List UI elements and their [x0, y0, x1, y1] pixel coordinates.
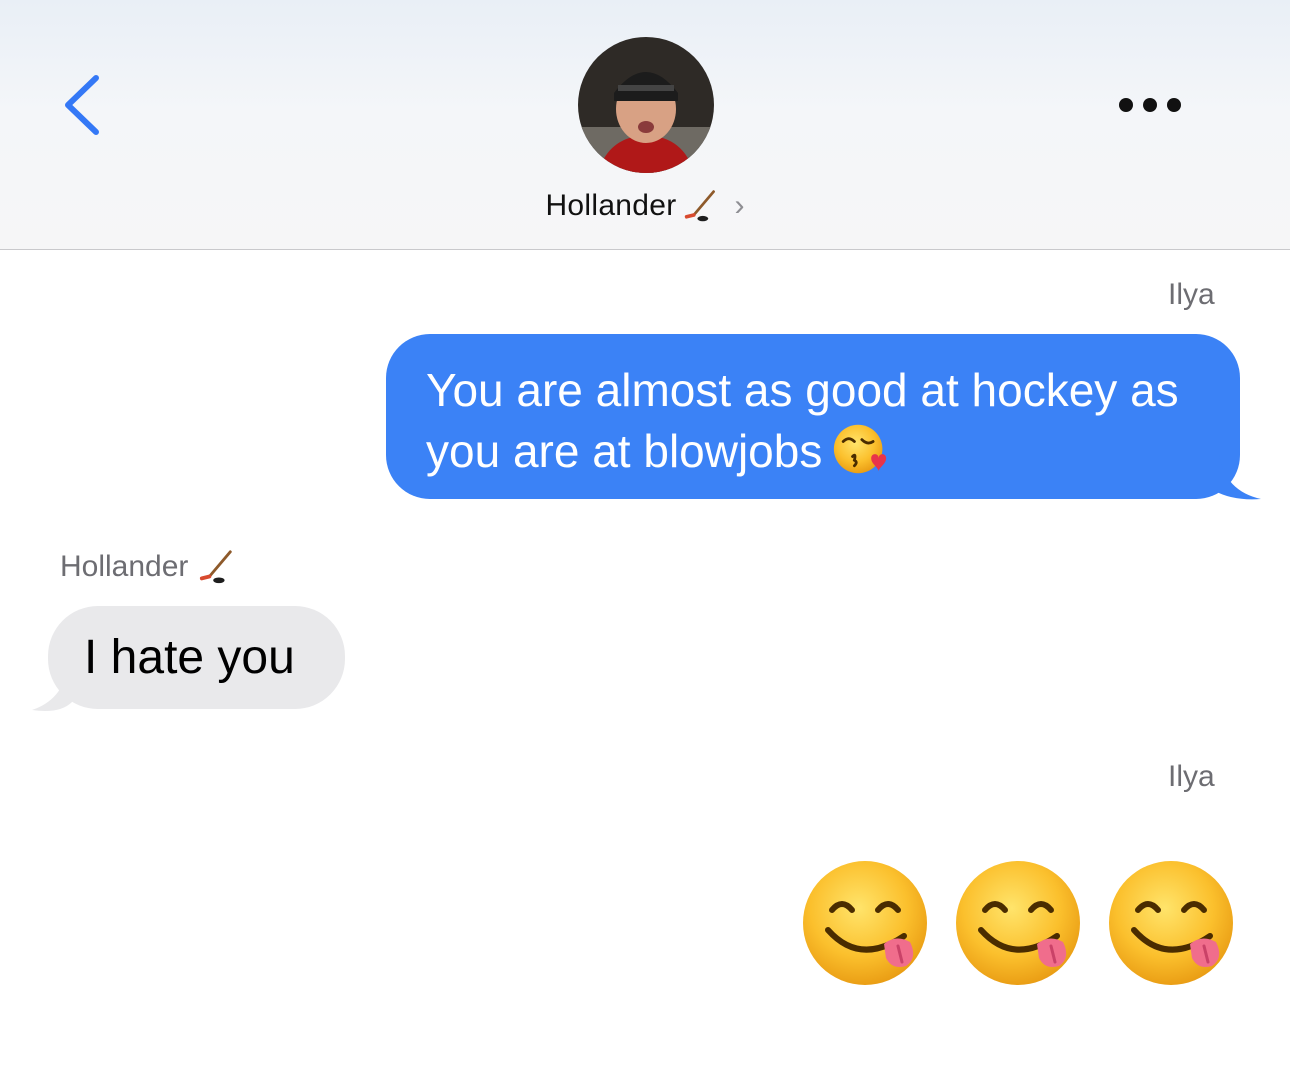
bubble-tail: [32, 668, 72, 711]
chevron-left-icon: [65, 75, 99, 135]
sender-name: Hollander: [60, 550, 189, 583]
bubble-tail: [1215, 455, 1261, 500]
message-text: I hate you: [84, 631, 295, 684]
hockey-stick-icon: [683, 188, 719, 224]
sender-label: Hollander: [60, 548, 236, 586]
face-blowing-kiss-icon: [832, 421, 888, 477]
contact-name: Hollander: [545, 189, 677, 222]
face-savoring-food-icon[interactable]: [800, 858, 930, 988]
contact-avatar[interactable]: [578, 37, 714, 173]
back-button[interactable]: [58, 72, 106, 138]
ellipsis-icon: [1119, 98, 1181, 112]
face-savoring-food-icon[interactable]: [1106, 858, 1236, 988]
more-options-button[interactable]: [1112, 90, 1192, 120]
sender-label: Ilya: [1168, 278, 1215, 311]
message-text: You are almost as good at hockey as you …: [426, 364, 1179, 477]
disclosure-chevron-icon: ›: [734, 189, 745, 222]
contact-title[interactable]: Hollander ›: [0, 184, 1290, 228]
message-bubble-incoming[interactable]: I hate you: [48, 606, 345, 709]
sender-label: Ilya: [1168, 760, 1215, 793]
face-savoring-food-icon[interactable]: [953, 858, 1083, 988]
message-bubble-outgoing[interactable]: You are almost as good at hockey as you …: [386, 334, 1240, 499]
hockey-stick-icon: [198, 548, 236, 586]
avatar-photo: [578, 37, 714, 173]
conversation-header: Hollander ›: [0, 0, 1290, 250]
